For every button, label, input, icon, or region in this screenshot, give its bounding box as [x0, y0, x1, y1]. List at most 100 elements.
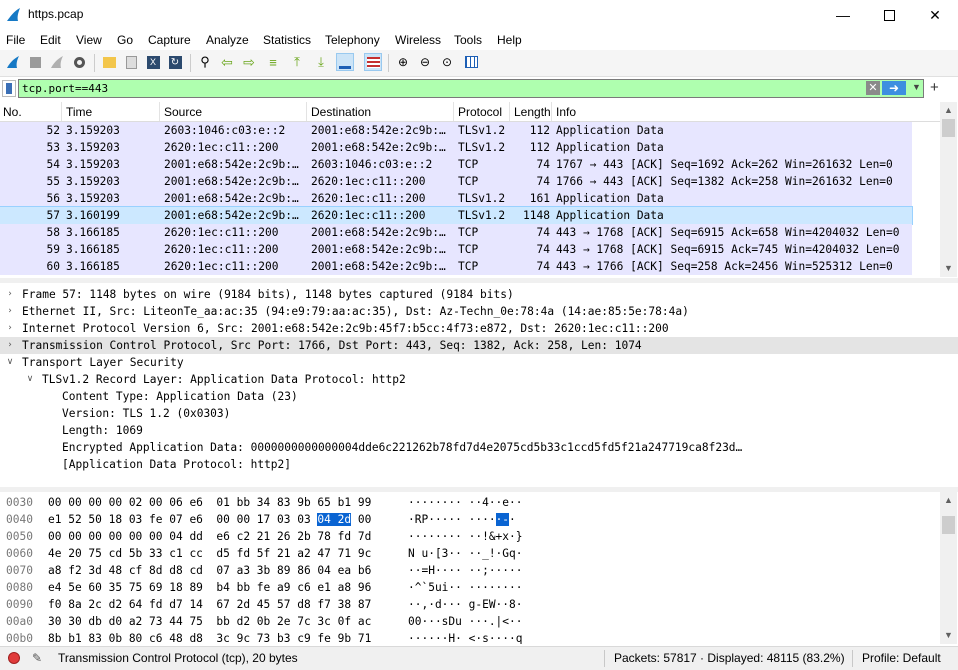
- zoom-in-button[interactable]: ⊕: [394, 53, 412, 71]
- hex-bytes[interactable]: e4 5e 60 35 75 69 18 89 b4 bb fe a9 c6 e…: [48, 579, 371, 596]
- open-file-button[interactable]: [100, 53, 118, 71]
- hex-bytes[interactable]: 00 00 00 00 02 00 06 e6 01 bb 34 83 9b 6…: [48, 494, 371, 511]
- capture-options-button[interactable]: [70, 53, 88, 71]
- edit-comment-icon[interactable]: ✎: [32, 651, 42, 665]
- expand-chevron-down-icon[interactable]: ∨: [4, 354, 16, 371]
- packet-list-scrollbar[interactable]: ▲ ▼: [940, 102, 957, 277]
- stop-capture-button[interactable]: [26, 53, 44, 71]
- hex-ascii[interactable]: ········ ··!&+x·}: [408, 528, 523, 545]
- normal-size-button[interactable]: ⊙: [438, 53, 456, 71]
- next-packet-button[interactable]: ⇨: [240, 53, 258, 71]
- filter-history-dropdown[interactable]: ▼: [912, 82, 921, 92]
- scroll-down-arrow[interactable]: ▼: [940, 260, 957, 277]
- detail-tree-item[interactable]: Content Type: Application Data (23): [0, 388, 958, 405]
- column-header-protocol[interactable]: Protocol: [458, 105, 502, 119]
- scroll-up-arrow[interactable]: ▲: [940, 492, 957, 509]
- hex-ascii[interactable]: ··=H···· ··;·····: [408, 562, 523, 579]
- detail-tree-item[interactable]: › Frame 57: 1148 bytes on wire (9184 bits…: [0, 286, 958, 303]
- display-filter-input[interactable]: tcp.port==443: [18, 79, 924, 98]
- minimize-button[interactable]: —: [820, 0, 866, 30]
- menu-edit[interactable]: Edit: [40, 33, 61, 47]
- packet-row[interactable]: 56 3.159203 2001:e68:542e:2c9b:… 2620:1ec:c…: [0, 190, 912, 207]
- packet-row[interactable]: 58 3.166185 2620:1ec:c11::200 2001:e68:542e…: [0, 224, 912, 241]
- column-header-length[interactable]: Length: [514, 105, 551, 119]
- column-header-destination[interactable]: Destination: [311, 105, 371, 119]
- menu-help[interactable]: Help: [497, 33, 522, 47]
- detail-tree-item[interactable]: Version: TLS 1.2 (0x0303): [0, 405, 958, 422]
- packet-row[interactable]: 55 3.159203 2001:e68:542e:2c9b:… 2620:1ec:c…: [0, 173, 912, 190]
- hex-ascii[interactable]: ········ ··4··e··: [408, 494, 523, 511]
- menu-statistics[interactable]: Statistics: [263, 33, 311, 47]
- scroll-up-arrow[interactable]: ▲: [940, 102, 957, 119]
- menu-go[interactable]: Go: [117, 33, 133, 47]
- packet-row[interactable]: 57 3.160199 2001:e68:542e:2c9b:… 2620:1ec:c…: [0, 206, 913, 225]
- add-filter-button[interactable]: +: [930, 79, 939, 96]
- status-profile[interactable]: Profile: Default: [862, 651, 941, 665]
- apply-filter-button[interactable]: ➜: [882, 81, 906, 95]
- packet-row[interactable]: 52 3.159203 2603:1046:c03:e::2 2001:e68:542…: [0, 122, 912, 139]
- close-button[interactable]: ✕: [912, 0, 958, 30]
- hex-ascii[interactable]: N u·[3·· ··_!·Gq·: [408, 545, 523, 562]
- hex-ascii[interactable]: ··,·d··· g-EW··8·: [408, 596, 523, 613]
- hex-bytes[interactable]: 8b b1 83 0b 80 c6 48 d8 3c 9c 73 b3 c9 f…: [48, 630, 371, 644]
- hex-bytes[interactable]: 30 30 db d0 a2 73 44 75 bb d2 0b 2e 7c 3…: [48, 613, 371, 630]
- packet-row[interactable]: 54 3.159203 2001:e68:542e:2c9b:… 2603:1046:…: [0, 156, 912, 173]
- scroll-down-arrow[interactable]: ▼: [940, 627, 957, 644]
- column-header-info[interactable]: Info: [556, 105, 576, 119]
- packet-row[interactable]: 59 3.166185 2620:1ec:c11::200 2001:e68:542e…: [0, 241, 912, 258]
- first-packet-button[interactable]: ⤒: [288, 53, 306, 71]
- detail-tree-item[interactable]: › Internet Protocol Version 6, Src: 2001:…: [0, 320, 958, 337]
- hex-bytes[interactable]: e1 52 50 18 03 fe 07 e6 00 00 17 03 03 0…: [48, 511, 371, 528]
- detail-tree-item[interactable]: Length: 1069: [0, 422, 958, 439]
- menu-wireless[interactable]: Wireless: [395, 33, 441, 47]
- expand-chevron-right-icon[interactable]: ›: [4, 286, 16, 303]
- expand-chevron-right-icon[interactable]: ›: [4, 337, 16, 354]
- expand-chevron-right-icon[interactable]: ›: [4, 320, 16, 337]
- menu-analyze[interactable]: Analyze: [206, 33, 249, 47]
- expand-chevron-down-icon[interactable]: ∨: [24, 371, 36, 388]
- last-packet-button[interactable]: ⤓: [312, 53, 330, 71]
- menu-file[interactable]: File: [6, 33, 25, 47]
- colorize-button[interactable]: [364, 53, 382, 71]
- scroll-thumb[interactable]: [942, 119, 955, 137]
- menu-telephony[interactable]: Telephony: [325, 33, 380, 47]
- clear-filter-button[interactable]: ✕: [866, 81, 880, 95]
- hex-bytes[interactable]: 4e 20 75 cd 5b 33 c1 cc d5 fd 5f 21 a2 4…: [48, 545, 371, 562]
- scroll-thumb[interactable]: [942, 516, 955, 534]
- detail-tree-item[interactable]: › Transmission Control Protocol, Src Port…: [0, 337, 958, 354]
- column-header-source[interactable]: Source: [164, 105, 202, 119]
- detail-tree-item[interactable]: ∨ TLSv1.2 Record Layer: Application Data …: [0, 371, 958, 388]
- bytes-scrollbar[interactable]: ▲ ▼: [940, 492, 957, 644]
- previous-packet-button[interactable]: ⇦: [218, 53, 236, 71]
- selected-bytes[interactable]: 04 2d: [317, 513, 352, 526]
- start-capture-button[interactable]: [4, 53, 22, 71]
- packet-row[interactable]: 60 3.166185 2620:1ec:c11::200 2001:e68:542e…: [0, 258, 912, 275]
- hex-bytes[interactable]: 00 00 00 00 00 00 04 dd e6 c2 21 26 2b 7…: [48, 528, 371, 545]
- hex-bytes[interactable]: f0 8a 2c d2 64 fd d7 14 67 2d 45 57 d8 f…: [48, 596, 371, 613]
- column-header-no[interactable]: No.: [3, 105, 22, 119]
- close-file-button[interactable]: X: [144, 53, 162, 71]
- maximize-button[interactable]: [866, 0, 912, 30]
- hex-ascii[interactable]: 00···sDu ···.|<··: [408, 613, 523, 630]
- pane-splitter[interactable]: [0, 278, 958, 283]
- hex-ascii[interactable]: ·^`5ui·· ········: [408, 579, 523, 596]
- detail-tree-item[interactable]: ∨ Transport Layer Security: [0, 354, 958, 371]
- save-file-button[interactable]: [122, 53, 140, 71]
- hex-ascii[interactable]: ······H· <·s····q: [408, 630, 523, 644]
- packet-row[interactable]: 53 3.159203 2620:1ec:c11::200 2001:e68:542e…: [0, 139, 912, 156]
- auto-scroll-button[interactable]: [336, 53, 354, 71]
- hex-ascii[interactable]: ·RP····· ·····-·: [408, 511, 516, 528]
- hex-bytes[interactable]: a8 f2 3d 48 cf 8d d8 cd 07 a3 3b 89 86 0…: [48, 562, 371, 579]
- selected-ascii[interactable]: ·-: [495, 513, 510, 526]
- resize-columns-button[interactable]: [462, 53, 480, 71]
- filter-bookmark-button[interactable]: [2, 80, 16, 97]
- restart-capture-button[interactable]: [48, 53, 66, 71]
- detail-tree-item[interactable]: › Ethernet II, Src: LiteonTe_aa:ac:35 (94…: [0, 303, 958, 320]
- expert-info-icon[interactable]: [8, 652, 20, 664]
- find-packet-button[interactable]: ⚲: [196, 53, 214, 71]
- menu-view[interactable]: View: [76, 33, 102, 47]
- menu-tools[interactable]: Tools: [454, 33, 482, 47]
- detail-tree-item[interactable]: [Application Data Protocol: http2]: [0, 456, 958, 473]
- column-header-time[interactable]: Time: [66, 105, 92, 119]
- go-to-packet-button[interactable]: ≡: [264, 53, 282, 71]
